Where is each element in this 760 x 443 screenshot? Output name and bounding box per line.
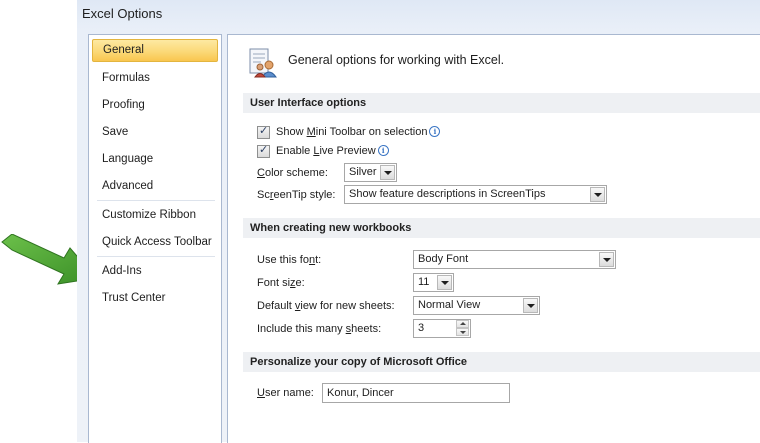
options-icon	[249, 48, 277, 78]
nav-item-customize-ribbon[interactable]: Customize Ribbon	[92, 204, 218, 227]
chevron-down-icon[interactable]	[437, 275, 452, 290]
nav-divider	[97, 200, 215, 201]
nav-item-quick-access-toolbar[interactable]: Quick Access Toolbar	[92, 231, 218, 254]
options-content: General options for working with Excel. …	[227, 34, 760, 443]
font-select[interactable]: Body Font	[413, 250, 616, 269]
font-size-select[interactable]: 11	[413, 273, 454, 292]
username-label: User name:	[257, 387, 314, 399]
live-preview-label[interactable]: Enable Live Preview i	[276, 145, 389, 157]
live-preview-checkbox[interactable]	[257, 143, 270, 158]
section-new-workbooks: When creating new workbooks	[243, 218, 760, 238]
default-view-select[interactable]: Normal View	[413, 296, 540, 315]
chevron-down-icon[interactable]	[380, 165, 395, 180]
screentip-select[interactable]: Show feature descriptions in ScreenTips	[344, 185, 607, 204]
chevron-down-icon[interactable]	[599, 252, 614, 267]
spin-down-icon[interactable]	[456, 328, 469, 336]
screentip-label: ScreenTip style:	[257, 189, 336, 201]
section-ui-options: User Interface options	[243, 93, 760, 113]
page-title: General options for working with Excel.	[288, 53, 505, 67]
default-view-label: Default view for new sheets:	[257, 300, 395, 312]
font-label: Use this font:	[257, 254, 322, 266]
title-bar: Excel Options	[77, 0, 760, 30]
nav-item-formulas[interactable]: Formulas	[92, 67, 218, 90]
info-icon[interactable]: i	[429, 126, 441, 137]
options-nav: General Formulas Proofing Save Language …	[88, 34, 222, 443]
color-scheme-label: Color scheme:	[257, 167, 328, 179]
mini-toolbar-checkbox[interactable]	[257, 124, 270, 139]
excel-options-window: Excel Options General Formulas Proofing …	[77, 0, 760, 443]
mini-toolbar-label[interactable]: Show Mini Toolbar on selection i	[276, 126, 441, 138]
window-title: Excel Options	[82, 6, 163, 21]
chevron-down-icon[interactable]	[590, 187, 605, 202]
nav-item-advanced[interactable]: Advanced	[92, 175, 218, 198]
sheets-count-spinner[interactable]: 3	[413, 319, 471, 338]
nav-item-trust-center[interactable]: Trust Center	[92, 287, 218, 310]
nav-divider	[97, 256, 215, 257]
nav-item-proofing[interactable]: Proofing	[92, 94, 218, 117]
username-input[interactable]: Konur, Dincer	[322, 383, 510, 403]
font-size-label: Font size:	[257, 277, 305, 289]
sheets-count-label: Include this many sheets:	[257, 323, 382, 335]
nav-item-general[interactable]: General	[92, 39, 218, 62]
nav-item-save[interactable]: Save	[92, 121, 218, 144]
section-personalize: Personalize your copy of Microsoft Offic…	[243, 352, 760, 372]
nav-item-add-ins[interactable]: Add-Ins	[92, 260, 218, 283]
spin-up-icon[interactable]	[456, 320, 469, 328]
info-icon[interactable]: i	[377, 145, 389, 156]
color-scheme-select[interactable]: Silver	[344, 163, 397, 182]
chevron-down-icon[interactable]	[523, 298, 538, 313]
nav-item-language[interactable]: Language	[92, 148, 218, 171]
